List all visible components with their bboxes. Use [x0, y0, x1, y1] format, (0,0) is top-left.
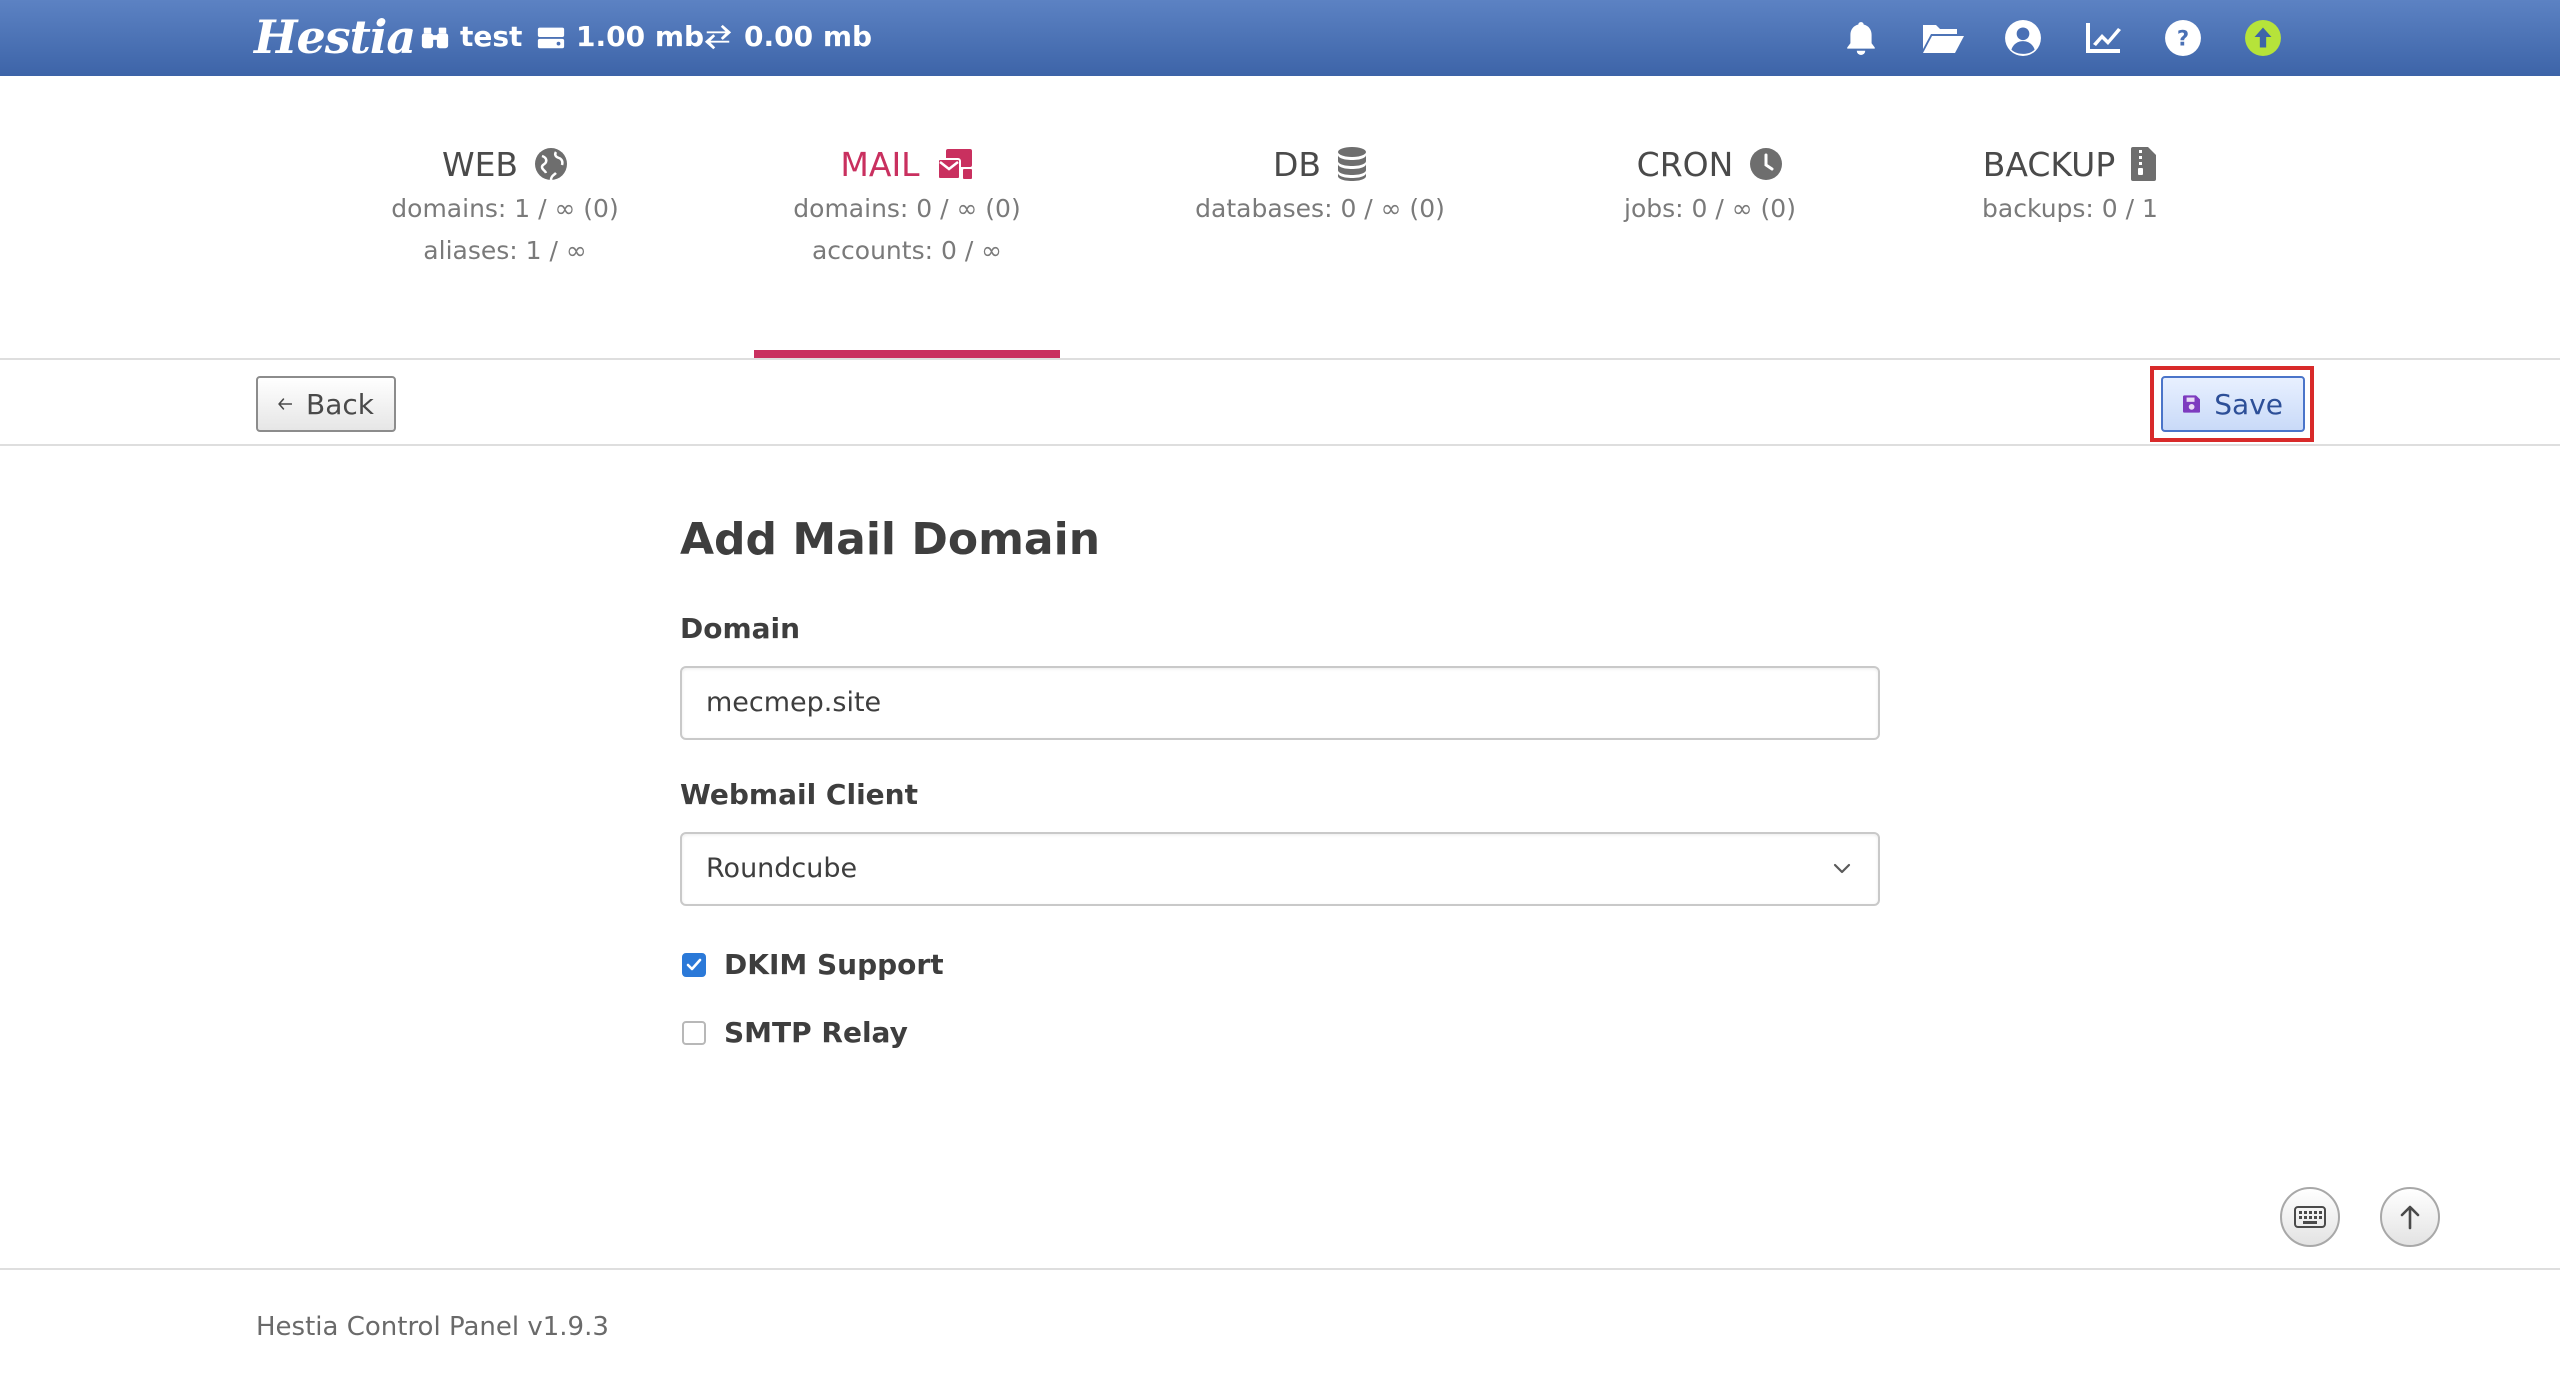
- domain-label: Domain: [680, 612, 801, 645]
- help-button[interactable]: ?: [2163, 18, 2203, 58]
- smtp-relay-label: SMTP Relay: [724, 1016, 908, 1049]
- keyboard-icon: [2294, 1206, 2326, 1228]
- dkim-support-checkbox[interactable]: [682, 952, 706, 977]
- domain-input[interactable]: mecmep.site: [680, 666, 1880, 740]
- bandwidth-stat: 0.00 mb: [702, 16, 872, 58]
- action-toolbar: Back Save: [0, 358, 2560, 446]
- domain-input-value: mecmep.site: [706, 687, 882, 718]
- save-button[interactable]: Save: [2161, 376, 2305, 432]
- back-button-label: Back: [306, 387, 374, 421]
- disk-stat: 1.00 mb: [536, 16, 704, 58]
- save-button-label: Save: [2214, 387, 2283, 421]
- hdd-icon: [537, 27, 565, 49]
- tab-cron[interactable]: CRON jobs: 0 / ∞ (0): [1570, 76, 1850, 358]
- clock-icon: [1750, 148, 1783, 180]
- tab-db-title: DB: [1272, 144, 1322, 184]
- keyboard-shortcuts-button[interactable]: [2280, 1187, 2340, 1247]
- add-mail-domain-form: Add Mail Domain Domain mecmep.site Webma…: [680, 500, 1880, 1049]
- bell-icon: [1847, 22, 1875, 55]
- file-archive-icon: [2131, 147, 2157, 181]
- dkim-support-label: DKIM Support: [724, 948, 944, 981]
- floppy-disk-icon: [2183, 395, 2201, 413]
- updates-button[interactable]: [2243, 18, 2283, 58]
- checkmark-icon: [686, 958, 702, 970]
- back-button[interactable]: Back: [256, 376, 396, 432]
- disk-usage: 1.00 mb: [576, 20, 705, 53]
- tab-cron-title: CRON: [1636, 144, 1734, 184]
- file-manager-button[interactable]: [1920, 18, 1966, 58]
- exchange-icon: [704, 24, 732, 50]
- webmail-client-label: Webmail Client: [680, 778, 918, 811]
- tab-cron-jobs: jobs: 0 / ∞ (0): [1624, 194, 1796, 223]
- smtp-relay-checkbox[interactable]: [682, 1020, 706, 1045]
- scroll-to-top-button[interactable]: [2380, 1187, 2440, 1247]
- user-name: test: [460, 20, 523, 53]
- bandwidth-usage: 0.00 mb: [744, 20, 873, 53]
- question-circle-icon: ?: [2165, 20, 2201, 56]
- arrow-up-circle-icon: [2245, 20, 2281, 56]
- tab-mail-accounts: accounts: 0 / ∞: [811, 236, 1003, 265]
- folder-open-icon: [1923, 25, 1964, 53]
- tab-db-databases: databases: 0 / ∞ (0): [1195, 194, 1445, 223]
- smtp-relay-row[interactable]: SMTP Relay: [682, 1016, 908, 1049]
- notifications-button[interactable]: [1841, 18, 1881, 58]
- footer-version-text: Hestia Control Panel v1.9.3: [256, 1312, 609, 1342]
- resource-tabs: WEB domains: 1 / ∞ (0) aliases: 1 / ∞ MA…: [0, 76, 2560, 358]
- chart-line-icon: [2086, 23, 2121, 53]
- user-profile-button[interactable]: [2003, 18, 2043, 58]
- tab-web-domains: domains: 1 / ∞ (0): [391, 194, 619, 223]
- tab-backup[interactable]: BACKUP backups: 0 / 1: [1940, 76, 2200, 358]
- tab-mail-domains: domains: 0 / ∞ (0): [793, 194, 1021, 223]
- page-footer: Hestia Control Panel v1.9.3: [0, 1268, 2560, 1388]
- tab-mail-title: MAIL: [840, 144, 920, 184]
- binoculars-icon: [421, 27, 449, 49]
- tab-backup-title: BACKUP: [1982, 144, 2116, 184]
- chevron-down-icon: [1833, 863, 1851, 874]
- webmail-client-value: Roundcube: [706, 853, 858, 884]
- user-stat[interactable]: test: [420, 16, 522, 58]
- user-circle-icon: [2005, 20, 2041, 56]
- tab-db[interactable]: DB databases: 0 / ∞ (0): [1180, 76, 1460, 358]
- arrow-up-icon: [2400, 1205, 2420, 1230]
- tab-web-aliases: aliases: 1 / ∞: [423, 236, 587, 265]
- tab-mail[interactable]: MAIL domains: 0 / ∞ (0) accounts: 0 / ∞: [754, 76, 1060, 358]
- svg-text:?: ?: [2177, 25, 2189, 50]
- mail-bulk-icon: [936, 149, 972, 180]
- page-title: Add Mail Domain: [680, 514, 1101, 565]
- statistics-button[interactable]: [2083, 18, 2123, 58]
- dkim-support-row[interactable]: DKIM Support: [682, 948, 944, 981]
- globe-icon: [535, 148, 568, 181]
- top-navbar: Hestia test 1.00 mb 0.00 mb ?: [0, 0, 2560, 76]
- hestia-logo[interactable]: Hestia: [254, 4, 416, 70]
- active-tab-indicator: [754, 350, 1060, 358]
- database-icon: [1338, 147, 1367, 181]
- webmail-client-select[interactable]: Roundcube: [680, 832, 1880, 906]
- tab-web-title: WEB: [441, 144, 519, 184]
- arrow-left-icon: [278, 398, 293, 410]
- tab-backup-backups: backups: 0 / 1: [1982, 194, 2158, 223]
- tab-web[interactable]: WEB domains: 1 / ∞ (0) aliases: 1 / ∞: [370, 76, 640, 358]
